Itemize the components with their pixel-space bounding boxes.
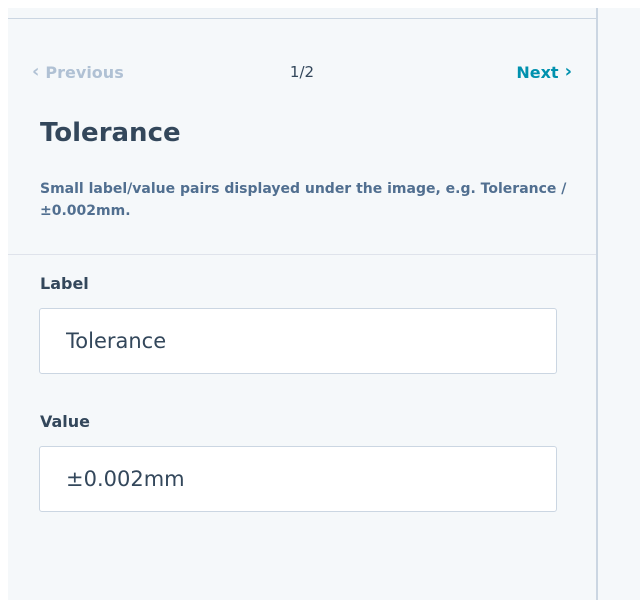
panel-top-border [8,18,596,19]
section-divider [8,254,596,255]
chevron-left-icon: ‹ [32,61,40,82]
item-description: Small label/value pairs displayed under … [40,181,567,219]
next-label: Next [516,62,559,82]
value-input[interactable] [39,446,557,512]
edit-panel: ‹ Previous 1/2 Next › Tolerance Small la… [8,8,596,600]
chevron-right-icon: › [564,61,572,82]
previous-button[interactable]: ‹ Previous [32,63,152,82]
item-title: Tolerance [40,118,181,148]
label-input[interactable] [39,308,557,374]
label-field-label: Label [40,274,89,293]
pager-count: 1/2 [289,63,315,81]
previous-label: Previous [45,62,124,82]
value-field-label: Value [40,412,91,431]
next-button[interactable]: Next › [452,63,572,82]
right-strip [598,8,640,600]
editor-stage: ‹ Previous 1/2 Next › Tolerance Small la… [0,0,640,600]
item-pager: ‹ Previous 1/2 Next › [32,60,572,84]
